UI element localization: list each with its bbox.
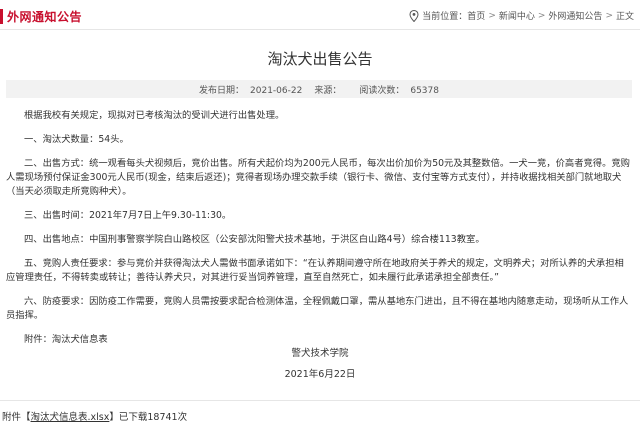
publish-label: 发布日期： xyxy=(199,85,245,96)
attachment-download-count: 】已下载18741次 xyxy=(109,412,188,423)
views-label: 阅读次数： xyxy=(359,85,405,96)
article-meta-bar: 发布日期： 2021-06-22 来源： 阅读次数： 65378 xyxy=(6,80,632,98)
paragraph-quantity: 一、淘汰犬数量：54头。 xyxy=(24,134,129,145)
section-accent-bar xyxy=(0,8,3,24)
source-label: 来源： xyxy=(314,85,342,96)
paragraph-sale-method: 二、出售方式：统一观看每头犬视频后，竞价出售。所有犬起价均为200元人民币，每次… xyxy=(6,158,630,197)
attachment-info: 附件【淘汰犬信息表.xlsx】已下载18741次 xyxy=(2,409,187,423)
section-title: 外网通知公告 xyxy=(0,8,82,24)
views-count: 65378 xyxy=(410,85,439,96)
breadcrumb-home[interactable]: 首页 xyxy=(467,9,485,22)
paragraph-sale-time: 三、出售时间：2021年7月7日上午9.30-11:30。 xyxy=(24,210,232,221)
breadcrumb-news-center[interactable]: 新闻中心 xyxy=(499,9,535,22)
signature-date: 2021年6月22日 xyxy=(284,369,356,380)
publish-date-meta: 发布日期： 2021-06-22 xyxy=(196,83,305,96)
paragraph-sale-location: 四、出售地点：中国刑事警察学院白山路校区（公安部沈阳警犬技术基地，于洪区白山路4… xyxy=(24,234,485,245)
breadcrumb-separator: > xyxy=(605,10,613,21)
publish-date: 2021-06-22 xyxy=(250,85,303,96)
article-title: 淘汰犬出售公告 xyxy=(267,50,373,68)
views-meta: 阅读次数： 65378 xyxy=(356,83,442,96)
section-title-text: 外网通知公告 xyxy=(7,9,83,24)
attachment-prefix: 附件【 xyxy=(2,412,31,423)
article-body: 根据我校有关规定，现拟对已考核淘汰的受训犬进行出售处理。 一、淘汰犬数量：54头… xyxy=(6,109,632,357)
breadcrumb-separator: > xyxy=(537,10,546,21)
breadcrumb-notices[interactable]: 外网通知公告 xyxy=(548,9,602,22)
paragraph-epidemic-requirements: 六、防疫要求：因防疫工作需要，竞购人员需按要求配合检测体温，全程佩戴口罩，需从基… xyxy=(6,296,629,321)
breadcrumb: 当前位置： 首页 > 新闻中心 > 外网通知公告 > 正文 xyxy=(409,9,634,22)
location-pin-icon xyxy=(409,9,419,22)
breadcrumb-prefix: 当前位置： xyxy=(422,12,468,22)
attachment-bar: 附件【淘汰犬信息表.xlsx】已下载18741次 xyxy=(0,400,640,428)
top-bar: 外网通知公告 当前位置： 首页 > 新闻中心 > 外网通知公告 > 正文 xyxy=(0,0,640,30)
paragraph-intro: 根据我校有关规定，现拟对已考核淘汰的受训犬进行出售处理。 xyxy=(24,110,285,121)
paragraph-buyer-responsibility: 五、竞购人责任要求：参与竞价并获得淘汰犬人需做书面承诺如下：“在认养期间遵守所在… xyxy=(6,258,624,283)
signature-org: 警犬技术学院 xyxy=(291,348,349,359)
attachment-download-link[interactable]: 淘汰犬信息表.xlsx xyxy=(31,412,110,423)
breadcrumb-current: 正文 xyxy=(615,12,634,22)
breadcrumb-separator: > xyxy=(488,10,496,21)
source-meta: 来源： xyxy=(311,83,350,96)
